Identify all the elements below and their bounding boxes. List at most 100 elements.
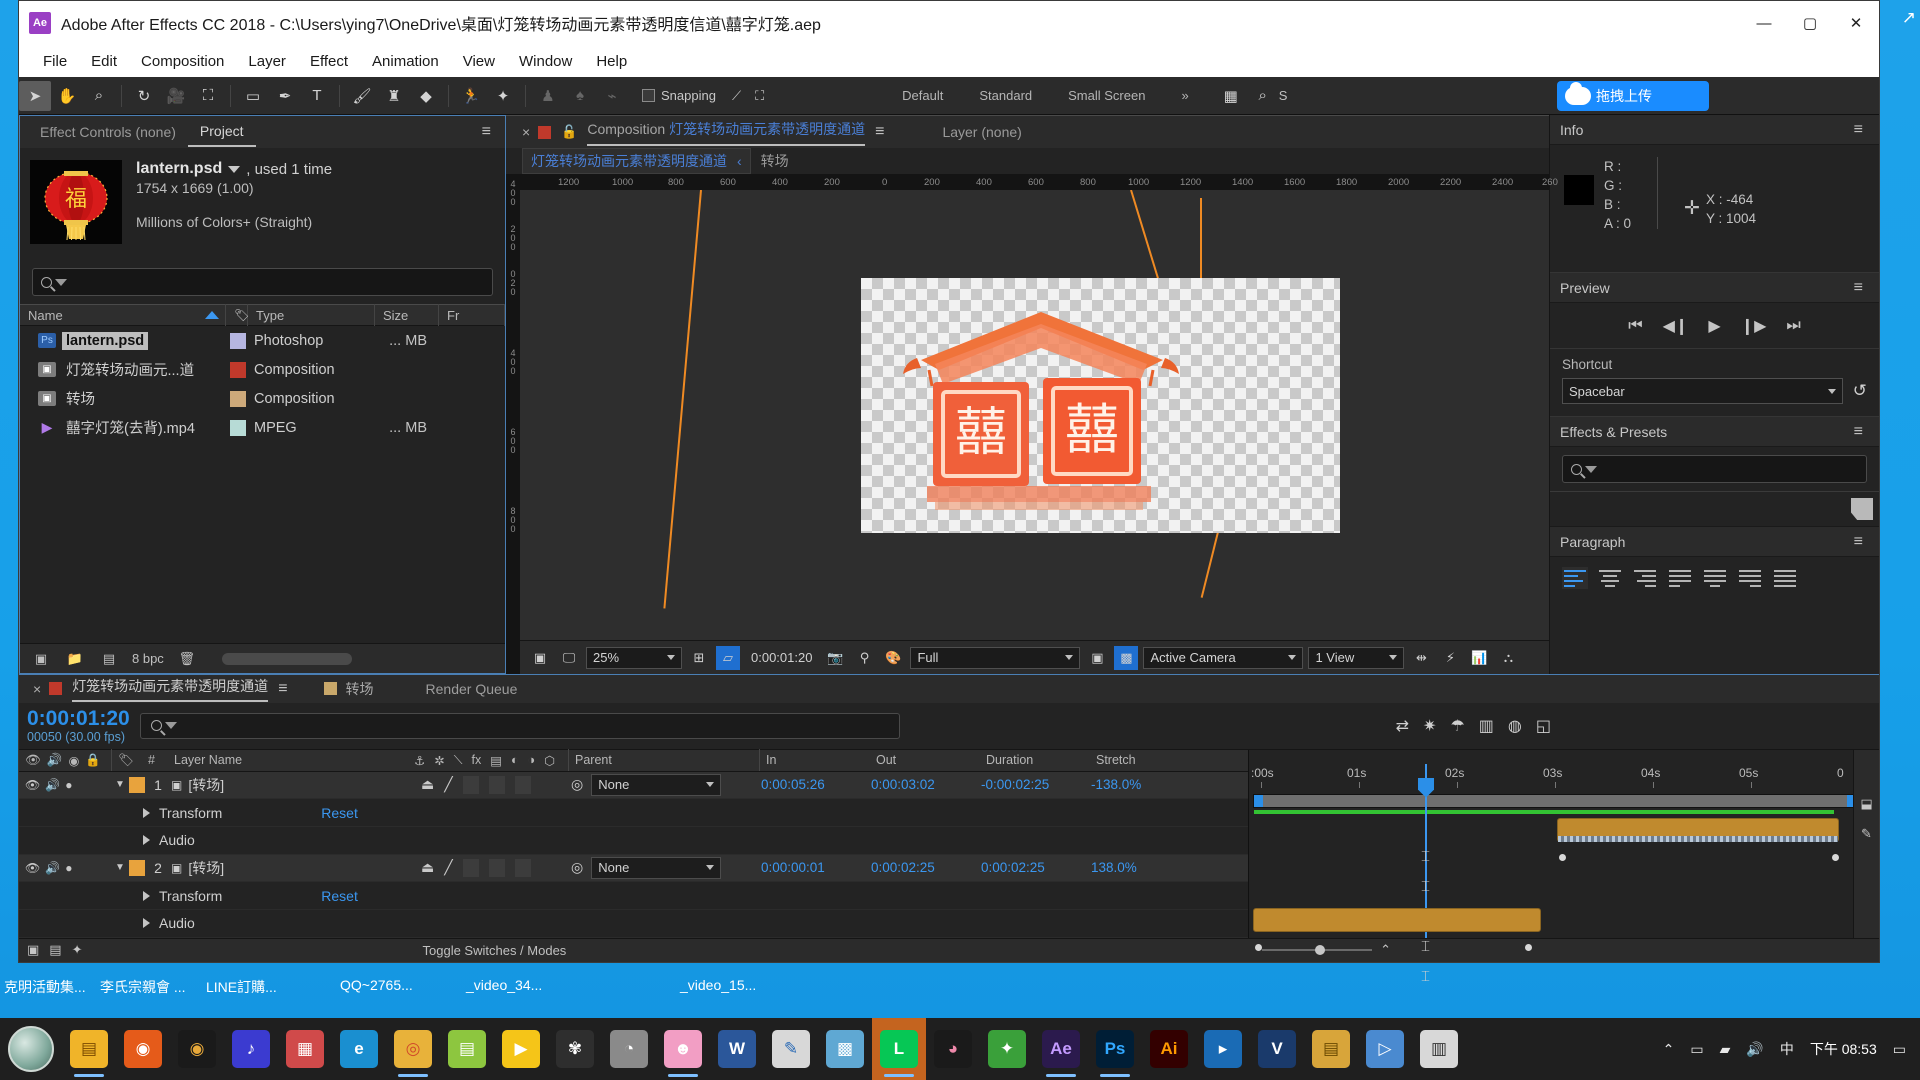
selection-tool-icon[interactable]: ➤: [19, 80, 51, 111]
taskbar-settings[interactable]: ✾: [548, 1018, 602, 1080]
audio-toggle-icon[interactable]: ⏏: [421, 776, 434, 793]
motion-blur-icon[interactable]: ◍: [1508, 716, 1522, 736]
view-layout-select[interactable]: 1 View: [1308, 646, 1405, 669]
layer-bar-1[interactable]: [1557, 817, 1839, 842]
search-dropdown-icon[interactable]: [1585, 465, 1597, 473]
breadcrumb-item-sub[interactable]: 转场: [751, 149, 799, 173]
shortcut-select[interactable]: Spacebar: [1562, 378, 1843, 404]
puppet-starch-tool-icon[interactable]: ♟: [532, 81, 564, 111]
timeline-layer-row[interactable]: 👁 🔊 ● ▼ 1 ▣ [转场] ⏏ ╱ ◎ None 0:00:05:26 0…: [19, 771, 1248, 800]
layer-duration[interactable]: 0:00:02:25: [981, 860, 1091, 875]
current-time-display[interactable]: 0:00:01:20: [751, 650, 812, 665]
layer-in-point[interactable]: 0:00:00:01: [761, 860, 871, 875]
zoom-track[interactable]: [1262, 945, 1373, 956]
expand-property-icon[interactable]: [143, 890, 150, 901]
timeline-ruler[interactable]: :00s 01s 02s 03s 04s 05s 0: [1249, 749, 1879, 790]
monitor-icon[interactable]: 🖵: [557, 646, 581, 670]
justify-last-center-icon[interactable]: [1702, 567, 1728, 589]
effects-search-input[interactable]: [1562, 455, 1867, 483]
keyframe-marker[interactable]: [1559, 853, 1566, 861]
menu-view[interactable]: View: [451, 50, 507, 73]
composition-tab-title[interactable]: Composition 灯笼转场动画元素带透明度通道: [587, 119, 866, 146]
layer-stretch[interactable]: -138.0%: [1091, 777, 1201, 792]
tab-layer[interactable]: Layer (none): [942, 124, 1021, 140]
tab-effect-controls[interactable]: Effect Controls (none): [28, 118, 188, 146]
pen-handle-icon[interactable]: ✎: [1861, 826, 1872, 842]
column-header-type[interactable]: Type: [248, 304, 375, 326]
effects-list-area[interactable]: [1550, 491, 1879, 527]
project-item-swatch[interactable]: [230, 419, 246, 436]
taskbar-player[interactable]: ▶: [494, 1018, 548, 1080]
switch-slot[interactable]: [462, 775, 479, 794]
layer-stretch[interactable]: 138.0%: [1091, 860, 1201, 875]
align-center-icon[interactable]: [1597, 567, 1623, 589]
taskbar-firefox[interactable]: ◉: [116, 1018, 170, 1080]
taskbar-v-app[interactable]: V: [1250, 1018, 1304, 1080]
timeline-graph-icon[interactable]: 📊: [1467, 646, 1491, 670]
menu-file[interactable]: File: [31, 50, 79, 73]
toolbar-search-icon[interactable]: ⌕: [1247, 81, 1279, 111]
search-dropdown-icon[interactable]: [164, 722, 177, 730]
transform-reset-link[interactable]: Reset: [321, 888, 358, 904]
pan-behind-tool-icon[interactable]: ⛶: [192, 81, 224, 111]
notification-center-icon[interactable]: ▭: [1893, 1041, 1906, 1058]
property-audio[interactable]: Audio: [19, 832, 195, 848]
menu-help[interactable]: Help: [584, 50, 639, 73]
ime-indicator[interactable]: 中: [1780, 1039, 1794, 1059]
menu-animation[interactable]: Animation: [360, 50, 451, 73]
layer-in-point[interactable]: 0:00:05:26: [761, 777, 871, 792]
panel-menu-icon[interactable]: ≡: [875, 123, 890, 141]
show-hidden-icons-icon[interactable]: ⌃: [1663, 1041, 1675, 1058]
column-header-out[interactable]: Out: [870, 749, 980, 771]
workspace-standard[interactable]: Standard: [961, 88, 1050, 103]
resolution-select[interactable]: Full: [910, 646, 1081, 669]
lock-icon[interactable]: 🔓: [561, 124, 577, 140]
close-button[interactable]: ✕: [1833, 1, 1879, 45]
taskbar-clock[interactable]: 下午 08:53: [1810, 1041, 1877, 1058]
puppet-pin-tool-icon[interactable]: ✦: [487, 81, 519, 111]
taskbar-music[interactable]: ♪: [224, 1018, 278, 1080]
timeline-search-input[interactable]: [139, 712, 900, 739]
property-audio[interactable]: Audio: [19, 915, 195, 931]
audio-toggle-icon[interactable]: ⏏: [421, 859, 434, 876]
column-header-stretch[interactable]: Stretch: [1090, 749, 1200, 771]
layer-name-cell[interactable]: ▣ [转场]: [171, 775, 411, 795]
taskbar-word[interactable]: W: [710, 1018, 764, 1080]
menu-effect[interactable]: Effect: [298, 50, 360, 73]
camera-tool-icon[interactable]: 🎥: [160, 81, 192, 111]
snapping-checkbox[interactable]: [642, 89, 655, 102]
pen-tool-icon[interactable]: ✒: [269, 81, 301, 111]
taskbar-app[interactable]: ◔: [602, 1018, 656, 1080]
tab-render-queue[interactable]: Render Queue: [426, 681, 518, 697]
clone-stamp-tool-icon[interactable]: ♜: [378, 81, 410, 111]
pick-whip-icon[interactable]: ◎: [571, 776, 583, 793]
taskbar-note[interactable]: ▤: [440, 1018, 494, 1080]
switch-slot[interactable]: [462, 858, 479, 877]
property-transform[interactable]: Transform Reset: [19, 805, 358, 821]
layer-duration[interactable]: -0:00:02:25: [981, 777, 1091, 792]
column-header-in[interactable]: In: [760, 749, 870, 771]
timeline-tab-transition[interactable]: 转场: [323, 679, 374, 699]
layer-label-swatch[interactable]: [129, 859, 145, 876]
layer-name-cell[interactable]: ▣ [转场]: [171, 858, 411, 878]
workspace-layout-icon[interactable]: ▦: [1215, 81, 1247, 111]
start-button[interactable]: [0, 1018, 62, 1080]
composition-mini-flowchart-icon[interactable]: ⇄: [1396, 716, 1409, 736]
property-transform[interactable]: Transform Reset: [19, 888, 358, 904]
menu-composition[interactable]: Composition: [129, 50, 236, 73]
panel-menu-icon[interactable]: ≡: [1854, 423, 1869, 441]
pick-whip-icon[interactable]: ◎: [571, 859, 583, 876]
project-scrollbar[interactable]: [221, 652, 352, 665]
transform-reset-link[interactable]: Reset: [321, 805, 358, 821]
zoom-out-icon[interactable]: ⌃: [1380, 942, 1391, 958]
timeline-property-row[interactable]: Audio: [19, 910, 1248, 938]
keyframe-marker[interactable]: [1832, 853, 1839, 861]
camera-view-select[interactable]: Active Camera: [1143, 646, 1304, 669]
new-composition-icon[interactable]: ▤: [98, 649, 120, 669]
project-bit-depth[interactable]: 8 bpc: [132, 651, 164, 666]
column-header-duration[interactable]: Duration: [980, 749, 1090, 771]
region-interest-toggle-icon[interactable]: ▣: [1085, 646, 1109, 670]
layer-out-point[interactable]: 0:00:02:25: [871, 860, 981, 875]
layer-out-point[interactable]: 0:00:03:02: [871, 777, 981, 792]
brush-tool-icon[interactable]: 🖌: [346, 81, 378, 111]
